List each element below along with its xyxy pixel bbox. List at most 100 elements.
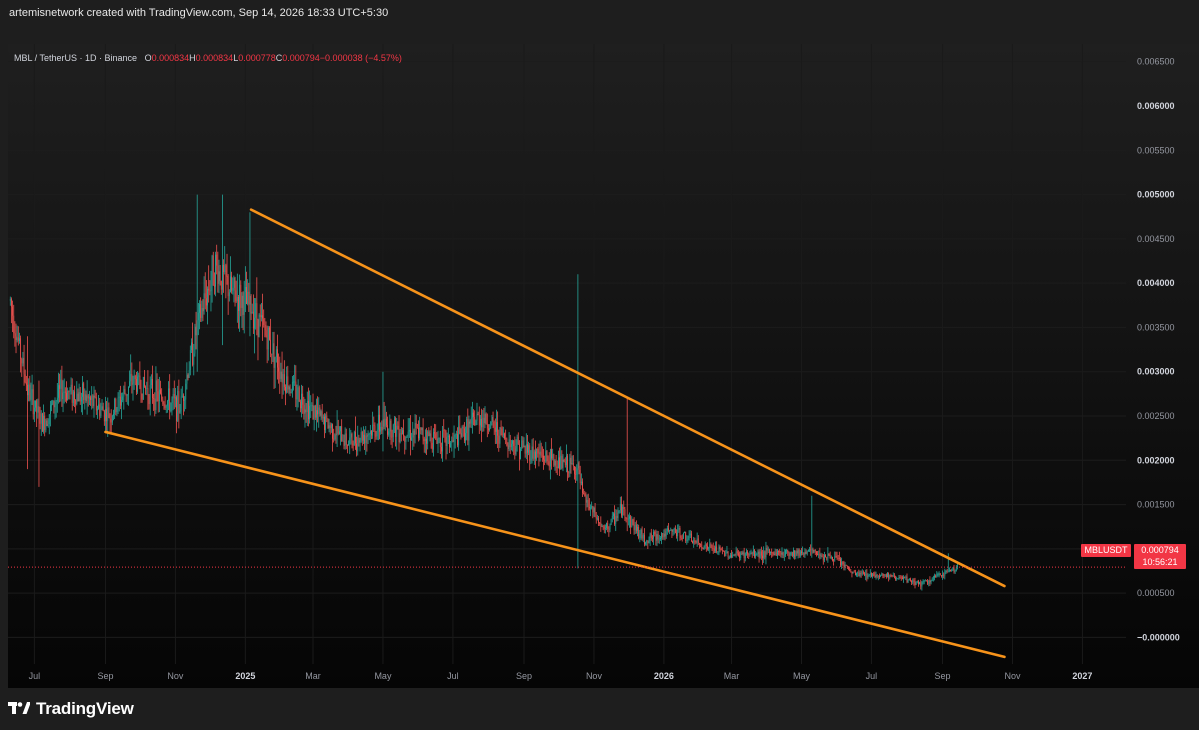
candle-body <box>277 349 278 368</box>
candle-body <box>164 404 166 408</box>
candle-body <box>391 436 393 438</box>
candle-body <box>122 396 124 401</box>
candle-body <box>554 460 556 466</box>
candle-body <box>558 457 559 469</box>
candle-body <box>154 398 156 411</box>
candle-body <box>72 391 74 403</box>
candle-body <box>116 407 118 413</box>
candle-body <box>891 575 893 577</box>
candle-body <box>250 296 252 314</box>
candle-body <box>191 342 192 351</box>
candle-body <box>888 573 890 578</box>
candle-body <box>756 553 758 555</box>
candle-body <box>244 287 246 293</box>
candle-body <box>79 392 81 402</box>
price-axis-label: 0.001500 <box>1137 500 1175 510</box>
candle-body <box>634 524 636 531</box>
candle-body <box>217 265 219 284</box>
candle-body <box>412 430 414 438</box>
candle-body <box>665 531 667 537</box>
candle-body <box>932 577 934 579</box>
candle-body <box>195 326 197 336</box>
candle-body <box>791 552 793 556</box>
candle-body <box>611 515 613 520</box>
candle-body <box>746 551 747 554</box>
candle-body <box>602 526 604 527</box>
candle-body <box>572 463 574 467</box>
candle-body <box>161 393 163 400</box>
candle-body <box>593 507 595 513</box>
candle-body <box>136 379 137 392</box>
chart-pane[interactable]: 0.006500 0.006000 0.005500 0.005000 0.004500… <box>8 44 1199 688</box>
candle-body <box>207 288 208 306</box>
candle-body <box>178 391 180 413</box>
candle-body <box>139 375 141 388</box>
candle-body <box>625 517 627 519</box>
candle-body <box>640 529 642 534</box>
candle-body <box>181 395 183 397</box>
candle-body <box>107 407 109 422</box>
candle-body <box>329 425 331 429</box>
candle-body <box>889 574 891 578</box>
candle-body <box>40 413 42 424</box>
candle-body <box>882 573 884 576</box>
candle-body <box>430 433 432 444</box>
candle-body <box>180 396 182 412</box>
price-axis-label: 0.004000 <box>1137 278 1175 288</box>
candle-body <box>35 400 36 408</box>
candle-body <box>803 552 805 555</box>
candle-body <box>75 399 77 404</box>
candle-body <box>300 401 301 409</box>
candle-body <box>304 409 306 414</box>
tradingview-logo[interactable]: TradingView <box>8 699 134 719</box>
time-axis-label: Jul <box>447 671 459 681</box>
candle-body <box>39 412 41 424</box>
candle-body <box>189 350 191 371</box>
candle-body <box>853 571 855 573</box>
candle-body <box>60 379 62 389</box>
candle-body <box>415 423 417 428</box>
candle-body <box>379 414 380 432</box>
candle-body <box>184 399 185 401</box>
candle-body <box>814 549 816 552</box>
candle-body <box>406 435 408 437</box>
candle-body <box>414 423 416 435</box>
candle-body <box>33 407 35 415</box>
price-chart[interactable]: 0.006500 0.006000 0.005500 0.005000 0.004500… <box>8 44 1199 688</box>
candle-body <box>777 550 778 556</box>
candle-body <box>255 303 257 318</box>
candle-body <box>50 405 51 415</box>
candle-body <box>469 421 471 424</box>
candle-body <box>102 406 104 412</box>
candle-body <box>579 469 581 484</box>
candle-body <box>782 552 784 556</box>
candle-body <box>876 574 878 577</box>
candle-body <box>421 427 423 431</box>
candle-body <box>27 384 28 396</box>
candle-body <box>748 554 750 556</box>
candle-body <box>334 434 336 440</box>
candle-body <box>603 526 605 529</box>
candle-body <box>664 533 666 537</box>
candle-body <box>654 531 656 535</box>
candle-body <box>208 288 210 291</box>
candle-body <box>899 577 901 579</box>
candle-body <box>395 418 396 437</box>
candle-body <box>570 457 572 465</box>
candle-body <box>929 580 931 583</box>
candle-body <box>352 443 354 446</box>
candle-body <box>754 549 755 557</box>
candle-body <box>361 431 363 441</box>
candle-body <box>290 391 292 393</box>
candle-body <box>592 506 594 513</box>
candle-body <box>392 424 394 438</box>
candle-body <box>157 391 159 402</box>
candle-body <box>574 466 575 474</box>
candle-body <box>477 413 479 415</box>
candle-body <box>506 438 508 446</box>
candle-body <box>225 265 227 277</box>
candle-body <box>115 398 117 413</box>
candle-body <box>375 436 377 437</box>
candle-body <box>695 541 697 543</box>
candle-body <box>801 551 802 553</box>
